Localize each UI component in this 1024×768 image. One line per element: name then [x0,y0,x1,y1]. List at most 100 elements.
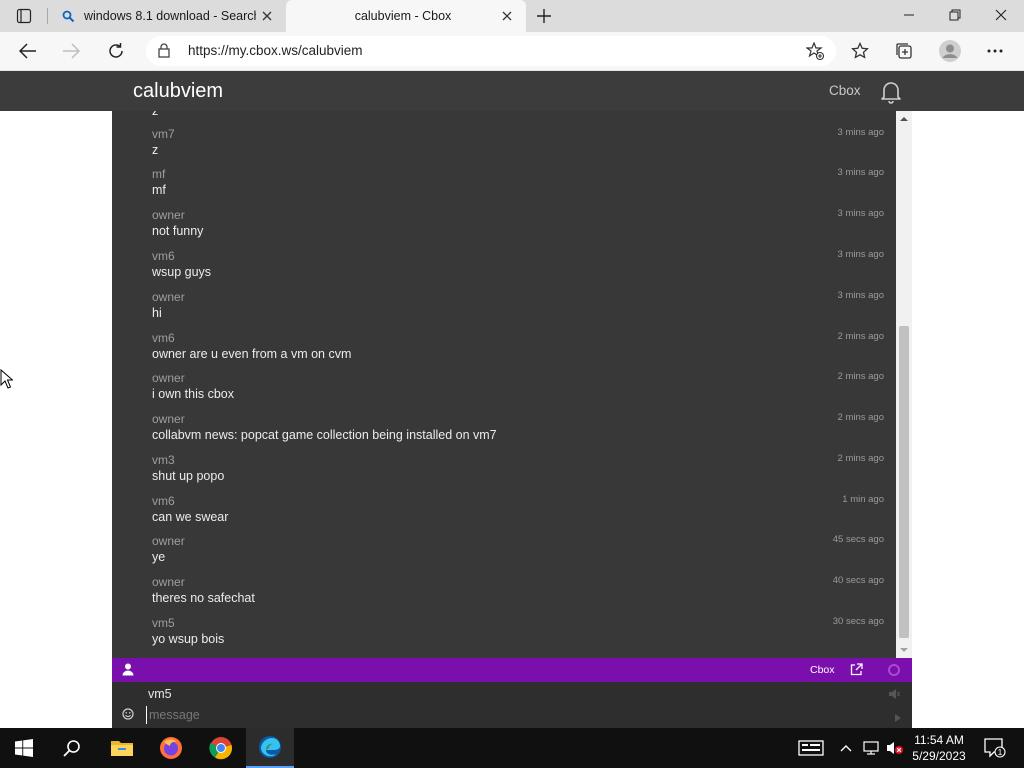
restore-icon[interactable] [932,0,978,30]
system-clock[interactable]: 11:54 AM 5/29/2023 [908,728,970,768]
message-item: vm6 owner are u even from a vm on cvm 2 … [152,331,884,372]
send-arrow-icon[interactable] [895,709,901,727]
message-text: z [152,111,159,118]
message-time: 30 secs ago [832,616,884,627]
message-author[interactable]: vm6 [152,331,175,345]
mouse-cursor-icon [0,368,14,394]
message-author[interactable]: owner [152,371,185,385]
message-item: owner theres no safechat 40 secs ago [152,575,884,616]
sound-icon[interactable] [888,687,900,705]
settings-menu-icon[interactable] [980,36,1010,66]
cbox-link[interactable]: Cbox [810,658,835,682]
scroll-up-arrow-icon[interactable] [896,111,912,127]
user-icon[interactable] [122,663,134,681]
message-text: not funny [152,224,204,238]
message-author[interactable]: owner [152,412,185,426]
message-author[interactable]: vm6 [152,249,175,263]
browser-tab-strip: windows 8.1 download - Search calubviem … [0,0,1024,32]
site-header: calubviem Cbox [0,71,1024,111]
message-author[interactable]: vm3 [152,453,175,467]
notification-count: 1 [998,747,1003,757]
message-author[interactable]: owner [152,534,185,548]
message-time: 3 mins ago [837,127,884,138]
message-item: owner ye 45 secs ago [152,534,884,575]
message-author[interactable]: vm5 [152,616,175,630]
message-scrollbar[interactable] [896,111,912,658]
scroll-down-arrow-icon[interactable] [896,642,912,658]
message-item: vm7 z 3 mins ago [152,127,884,168]
profile-avatar-icon[interactable] [935,36,965,66]
forward-icon[interactable] [56,36,86,66]
edge-icon[interactable] [246,728,294,768]
minimize-icon[interactable] [886,0,932,30]
message-time: 2 mins ago [837,453,884,464]
message-text: owner are u even from a vm on cvm [152,347,352,361]
file-explorer-icon[interactable] [98,728,146,768]
clock-date: 5/29/2023 [912,749,966,763]
message-time: 2 mins ago [837,412,884,423]
search-icon [60,8,76,24]
message-time: 3 mins ago [837,290,884,301]
message-item: vm5 yo wsup bois 30 secs ago [152,616,884,657]
message-text: z [152,143,159,157]
message-input[interactable] [146,706,876,724]
message-time: 3 mins ago [837,208,884,219]
web-page: calubviem Cbox z vm7 z 3 mins ago mf mf … [0,71,1024,728]
message-author[interactable]: owner [152,290,185,304]
back-icon[interactable] [13,36,43,66]
site-title[interactable]: calubviem [133,71,223,111]
collections-icon[interactable] [889,36,919,66]
tab-title: windows 8.1 download - Search [84,9,256,23]
message-author[interactable]: owner [152,575,185,589]
message-author[interactable]: vm6 [152,494,175,508]
chrome-icon[interactable] [197,728,245,768]
message-item: owner not funny 3 mins ago [152,208,884,249]
close-window-icon[interactable] [978,0,1024,30]
start-icon[interactable] [0,728,48,768]
message-text: can we swear [152,510,229,524]
address-bar[interactable]: https://my.cbox.ws/calubviem [146,36,836,66]
tab-search[interactable]: windows 8.1 download - Search [48,0,286,32]
cbox-chat-widget: z vm7 z 3 mins ago mf mf 3 mins ago owne… [112,111,912,728]
search-icon[interactable] [48,728,96,768]
message-author[interactable]: mf [152,167,165,181]
browser-toolbar: https://my.cbox.ws/calubviem [0,32,1024,71]
firefox-icon[interactable] [147,728,195,768]
close-icon[interactable] [256,5,278,27]
input-indicator-icon[interactable] [796,728,826,768]
message-composer: vm5 [112,682,912,728]
message-author[interactable]: owner [152,208,185,222]
message-time: 40 secs ago [832,575,884,586]
message-list[interactable]: z vm7 z 3 mins ago mf mf 3 mins ago owne… [112,111,896,658]
loading-spinner-icon [888,664,900,676]
message-time: 1 min ago [842,494,884,505]
cbox-nav-link[interactable]: Cbox [829,71,861,111]
tab-title: calubviem - Cbox [354,9,452,23]
new-tab-icon[interactable] [532,4,556,28]
bell-icon[interactable] [878,79,904,105]
lock-icon[interactable] [158,43,170,63]
scrollbar-thumb[interactable] [899,326,909,638]
message-time: 2 mins ago [837,331,884,342]
message-item: vm6 wsup guys 3 mins ago [152,249,884,290]
tab-cbox[interactable]: calubviem - Cbox [286,0,526,32]
volume-muted-icon[interactable] [884,728,906,768]
add-favorite-icon[interactable] [805,41,825,65]
url-text[interactable]: https://my.cbox.ws/calubviem [188,36,363,66]
chevron-up-icon[interactable] [836,728,856,768]
message-text: collabvm news: popcat game collection be… [152,428,497,442]
message-item: owner i own this cbox 2 mins ago [152,371,884,412]
message-text: theres no safechat [152,591,255,605]
smiley-icon[interactable] [122,707,134,725]
message-time: 3 mins ago [837,249,884,260]
message-author[interactable]: vm7 [152,127,175,141]
network-icon[interactable] [860,728,882,768]
close-icon[interactable] [496,5,518,27]
favorites-icon[interactable] [845,36,875,66]
notification-center-icon[interactable]: 1 [978,728,1012,768]
popout-icon[interactable] [850,663,863,681]
username-field[interactable]: vm5 [148,687,172,701]
tab-actions-icon[interactable] [8,4,40,28]
refresh-icon[interactable] [101,36,131,66]
message-text: mf [152,183,166,197]
